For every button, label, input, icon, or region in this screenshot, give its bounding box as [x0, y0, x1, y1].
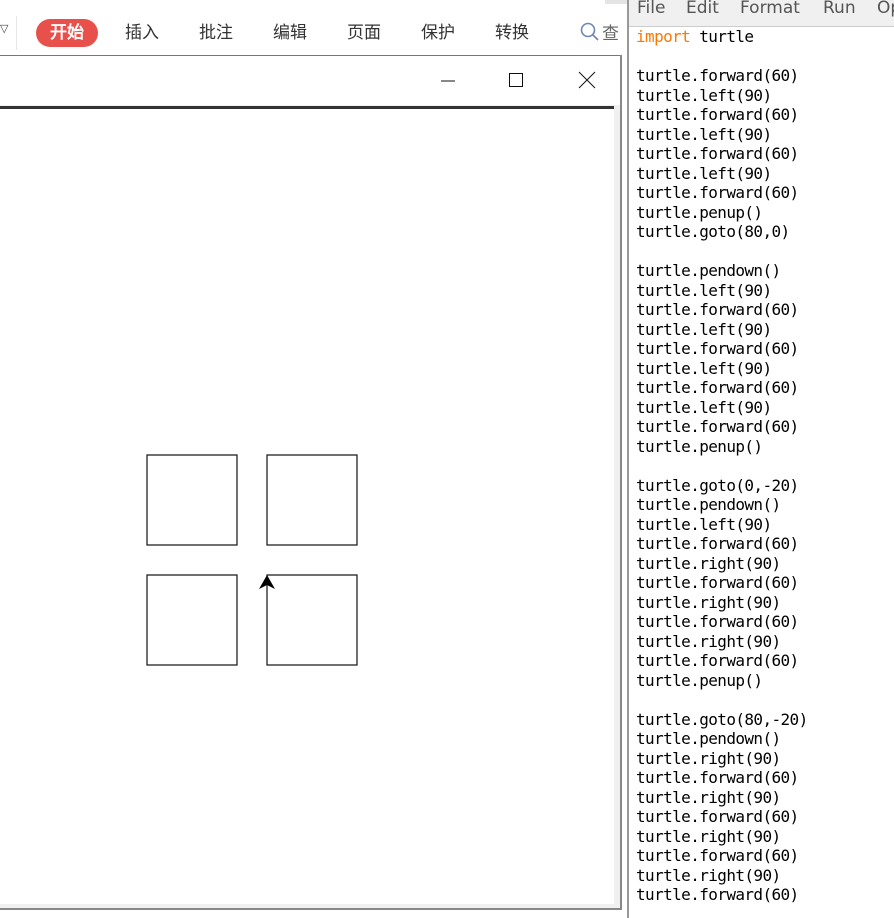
code-line: turtle.forward(60) [636, 183, 799, 202]
search-icon [580, 22, 599, 41]
background-strip [605, 0, 627, 4]
code-line: turtle.forward(60) [636, 651, 799, 670]
square [146, 454, 238, 546]
tab-start[interactable]: 开始 [36, 19, 98, 47]
menu-options[interactable]: Op [877, 0, 894, 18]
code-line: turtle.left(90) [636, 358, 772, 378]
code-line: turtle.left(90) [636, 163, 772, 183]
window-title-bar[interactable] [0, 55, 620, 105]
ribbon-toolbar: ▽ 开始 插入 批注 编辑 页面 保护 转换 查 [0, 0, 627, 55]
close-icon [578, 71, 596, 89]
close-button[interactable] [567, 66, 607, 94]
square [266, 574, 358, 666]
menu-file[interactable]: File [637, 0, 665, 18]
tab-insert[interactable]: 插入 [125, 19, 159, 47]
menu-format[interactable]: Format [740, 0, 800, 18]
code-line: turtle.left(90) [636, 397, 772, 417]
code-line: turtle.pendown() [636, 729, 781, 748]
turtle-drawing [146, 454, 358, 666]
code-line: turtle.goto(80,0) [636, 222, 790, 241]
code-line: turtle.forward(60) [636, 612, 799, 631]
code-line: turtle.right(90) [636, 787, 781, 807]
maximize-button[interactable] [496, 66, 536, 94]
tab-convert[interactable]: 转换 [495, 19, 529, 47]
code-line: turtle.right(90) [636, 865, 781, 885]
tab-page[interactable]: 页面 [347, 19, 381, 47]
code-line: turtle.right(90) [636, 592, 781, 612]
code-line: turtle.forward(60) [636, 573, 799, 592]
code-line: turtle.right(90) [636, 748, 781, 768]
code-line: turtle.forward(60) [636, 66, 799, 85]
code-line: turtle.right(90) [636, 631, 781, 651]
code-editor: File Edit Format Run Op import turtle tur… [627, 0, 894, 918]
tab-edit[interactable]: 编辑 [273, 19, 307, 47]
code-line: turtle.forward(60) [636, 417, 799, 436]
code-line: turtle.right(90) [636, 826, 781, 846]
minimize-button[interactable] [428, 66, 468, 94]
code-line: turtle.forward(60) [636, 105, 799, 124]
search-label: 查 [602, 24, 619, 44]
menu-run[interactable]: Run [823, 0, 856, 18]
code-line: turtle.goto(80,-20) [636, 709, 808, 729]
tab-protect[interactable]: 保护 [421, 19, 455, 47]
chevron-down-icon[interactable]: ▽ [0, 22, 8, 35]
code-line: turtle.left(90) [636, 124, 772, 144]
code-line: turtle.left(90) [636, 514, 772, 534]
code-line: turtle.forward(60) [636, 300, 799, 319]
code-line: turtle.penup() [636, 202, 763, 222]
code-line: turtle.forward(60) [636, 534, 799, 553]
code-line: turtle.forward(60) [636, 378, 799, 397]
code-line: turtle.left(90) [636, 85, 772, 105]
keyword: import [636, 27, 691, 46]
code-line: import turtle [636, 27, 754, 46]
code-line: turtle.forward(60) [636, 846, 799, 865]
code-line: turtle.pendown() [636, 261, 781, 280]
code-line: turtle.forward(60) [636, 144, 799, 163]
code-line: turtle.forward(60) [636, 768, 799, 787]
code-line: turtle.right(90) [636, 553, 781, 573]
code-line: turtle.forward(60) [636, 807, 799, 826]
code-line: turtle.penup() [636, 436, 763, 456]
code-line: turtle.left(90) [636, 319, 772, 339]
turtle-canvas [0, 106, 614, 904]
menu-edit[interactable]: Edit [686, 0, 719, 18]
code-line: turtle.penup() [636, 670, 763, 690]
square [266, 454, 358, 546]
search-button[interactable]: 查 [580, 19, 619, 44]
code-line: turtle.left(90) [636, 280, 772, 300]
divider [16, 16, 17, 50]
code-line: turtle.pendown() [636, 495, 781, 514]
minimize-icon [441, 80, 455, 82]
square [146, 574, 238, 666]
code-text-area[interactable]: import turtle turtle.forward(60) turtle.le… [636, 27, 808, 905]
tab-annotate[interactable]: 批注 [199, 19, 233, 47]
maximize-icon [509, 73, 523, 87]
code-line: turtle.forward(60) [636, 339, 799, 358]
turtle-graphics-window [0, 55, 622, 910]
code-line: turtle.forward(60) [636, 885, 799, 904]
code-line: turtle.goto(0,-20) [636, 475, 799, 495]
menu-bar: File Edit Format Run Op [629, 0, 894, 27]
